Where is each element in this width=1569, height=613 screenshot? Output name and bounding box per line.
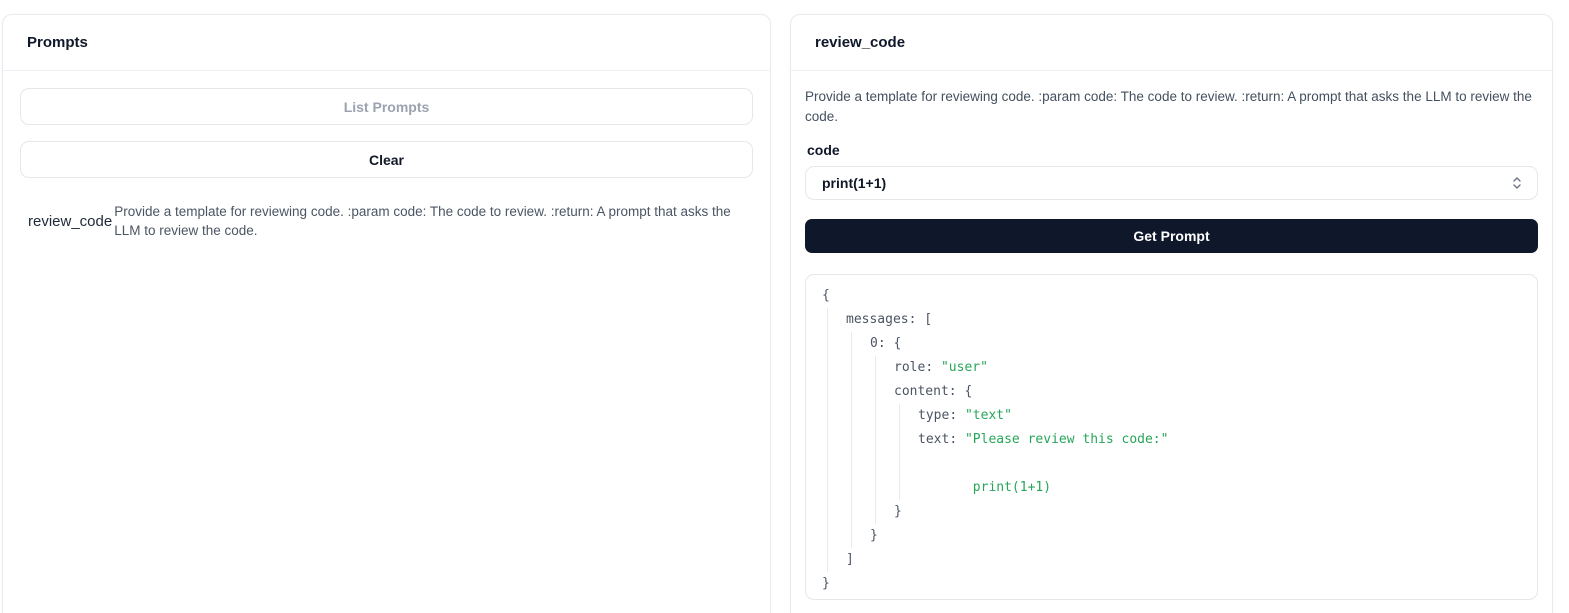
- code-input[interactable]: [805, 166, 1538, 200]
- tree-scope: messages: [ 0: { role: "user" content: { typ…: [827, 308, 1521, 572]
- clear-button[interactable]: Clear: [20, 141, 753, 178]
- result-json-tree: { messages: [ 0: { role: "user" content: { ty…: [822, 284, 1521, 596]
- prompt-detail-panel: review_code Provide a template for revie…: [790, 14, 1553, 613]
- tree-row: 0: {: [870, 336, 902, 351]
- prompt-list-description: Provide a template for reviewing code. :…: [114, 204, 731, 238]
- tree-row: type: "text": [918, 408, 1012, 423]
- list-prompts-button[interactable]: List Prompts: [20, 88, 753, 125]
- tree-row: text: "Please review this code: print(1+…: [918, 432, 1169, 495]
- prompt-detail-body: Provide a template for reviewing code. :…: [791, 71, 1552, 613]
- result-box: { messages: [ 0: { role: "user" content: { ty…: [805, 274, 1538, 600]
- tree-scope: type: "text" text: "Please review this co…: [899, 404, 1521, 500]
- get-prompt-button[interactable]: Get Prompt: [805, 219, 1538, 253]
- code-input-wrap: [805, 166, 1538, 200]
- tree-row: }: [870, 528, 878, 543]
- prompts-panel-body: List Prompts Clear review_code Provide a …: [3, 71, 770, 265]
- prompt-name: review_code: [28, 212, 113, 230]
- code-field-label: code: [807, 142, 840, 158]
- tree-row: }: [822, 576, 830, 591]
- tree-row: content: {: [894, 384, 973, 399]
- prompt-description: Provide a template for reviewing code. :…: [805, 89, 1532, 124]
- number-stepper-icon[interactable]: [1511, 175, 1523, 191]
- prompt-list-item[interactable]: review_code Provide a template for review…: [20, 194, 753, 248]
- tree-scope: role: "user" content: { type: "text" text: …: [875, 356, 1521, 524]
- tree-row: ]: [846, 552, 854, 567]
- tree-row: }: [894, 504, 902, 519]
- prompts-panel: Prompts List Prompts Clear review_code Pr…: [2, 14, 771, 613]
- tree-row: messages: [: [846, 312, 933, 327]
- prompts-panel-title: Prompts: [3, 15, 770, 71]
- page: Prompts List Prompts Clear review_code Pr…: [0, 0, 1569, 613]
- tree-scope: 0: { role: "user" content: { type: "text" te…: [851, 332, 1521, 548]
- tree-row: {: [822, 288, 830, 303]
- prompt-list: review_code Provide a template for review…: [20, 194, 753, 248]
- prompt-detail-title: review_code: [791, 15, 1552, 71]
- tree-row: role: "user": [894, 360, 988, 375]
